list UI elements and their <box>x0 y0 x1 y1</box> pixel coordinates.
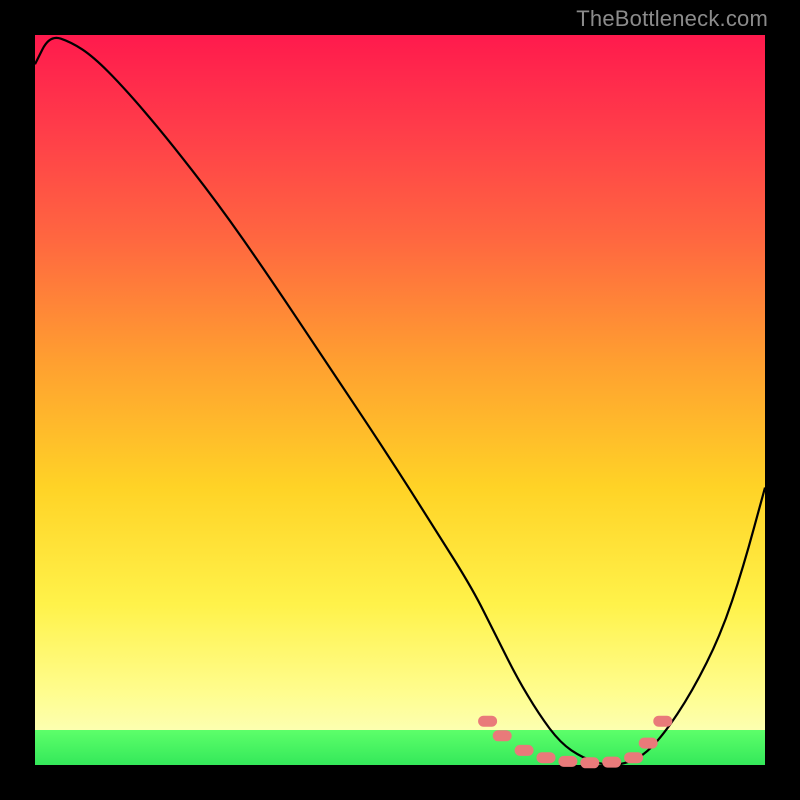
marker-dot <box>479 716 497 726</box>
marker-dot <box>639 738 657 748</box>
marker-dot <box>603 757 621 767</box>
marker-dot <box>625 753 643 763</box>
marker-dot <box>654 716 672 726</box>
bottleneck-curve <box>35 38 765 765</box>
curve-markers <box>479 716 672 768</box>
watermark-text: TheBottleneck.com <box>576 6 768 32</box>
marker-dot <box>515 745 533 755</box>
marker-dot <box>581 758 599 768</box>
plot-area <box>35 35 765 765</box>
marker-dot <box>493 731 511 741</box>
marker-dot <box>559 756 577 766</box>
curve-overlay <box>35 35 765 765</box>
chart-frame: TheBottleneck.com <box>0 0 800 800</box>
marker-dot <box>537 753 555 763</box>
